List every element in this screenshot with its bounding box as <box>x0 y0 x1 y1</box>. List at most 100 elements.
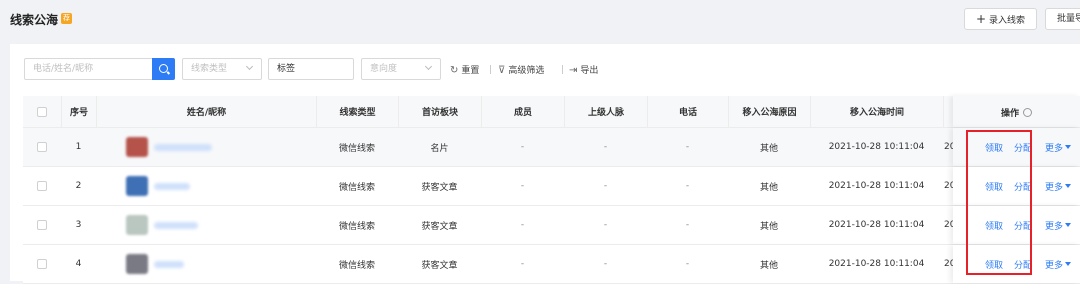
table-row[interactable]: 1 微信线索 名片 - - - 其他 2021-10-28 10:11:04 2… <box>23 128 1080 167</box>
avatar <box>126 215 148 235</box>
avatar <box>126 137 148 157</box>
row-truncated: 20 <box>944 142 953 152</box>
table-row[interactable]: 4 微信线索 获客文章 - - - 其他 2021-10-28 10:11:04… <box>23 245 1080 284</box>
filter-icon: ⊽ <box>498 65 506 76</box>
caret-down-icon <box>1065 145 1072 149</box>
search-button[interactable] <box>152 58 175 80</box>
col-type: 线索类型 <box>316 96 398 127</box>
row-phone: - <box>685 220 690 230</box>
more-dropdown[interactable]: 更多 <box>1045 206 1072 244</box>
row-index: 3 <box>75 220 82 230</box>
batch-import-button[interactable]: 批量导入 <box>1045 8 1080 30</box>
row-member: - <box>520 220 525 230</box>
row-member: - <box>520 142 525 152</box>
row-name <box>96 206 316 244</box>
avatar <box>126 176 148 196</box>
chevron-down-icon <box>424 62 433 71</box>
row-index: 1 <box>75 142 82 152</box>
table-row[interactable]: 3 微信线索 获客文章 - - - 其他 2021-10-28 10:11:04… <box>23 206 1080 245</box>
lead-type-placeholder: 线索类型 <box>191 64 228 74</box>
add-lead-label: 录入线索 <box>989 16 1026 26</box>
intent-placeholder: 意向度 <box>370 64 398 74</box>
row-time: 2021-10-28 10:11:04 <box>828 181 925 191</box>
reset-button[interactable]: ↻ 重置 <box>450 63 479 76</box>
row-time: 2021-10-28 10:11:04 <box>828 142 925 152</box>
export-button[interactable]: ⇥ 导出 <box>569 63 598 76</box>
row-module: 获客文章 <box>421 260 458 271</box>
row-phone: - <box>685 142 690 152</box>
row-phone: - <box>685 181 690 191</box>
row-member: - <box>520 259 525 269</box>
export-label: 导出 <box>580 66 599 76</box>
more-label: 更多 <box>1045 143 1064 154</box>
more-label: 更多 <box>1045 260 1064 271</box>
row-checkbox[interactable] <box>37 259 47 269</box>
blurred-name <box>154 143 212 151</box>
intent-select[interactable]: 意向度 <box>361 58 441 80</box>
blurred-name <box>154 221 198 229</box>
col-actions-label: 操作 <box>1000 108 1019 119</box>
advanced-filter-label: 高级筛选 <box>508 66 545 76</box>
search-input[interactable]: 电话/姓名/昵称 <box>24 58 153 80</box>
row-type: 微信线索 <box>338 143 375 154</box>
row-time: 2021-10-28 10:11:04 <box>828 259 925 269</box>
row-truncated: 20 <box>944 220 953 230</box>
top-bar: 线索公海 荐 +录入线索 批量导入 <box>0 0 1080 40</box>
blurred-name <box>154 182 190 190</box>
filter-bar: 电话/姓名/昵称 线索类型 标签 意向度 ↻ 重置 ⊽ 高级筛选 ⇥ 导出 <box>10 44 1080 92</box>
row-time: 2021-10-28 10:11:04 <box>828 220 925 230</box>
row-reason: 其他 <box>759 143 778 154</box>
header-checkbox-cell <box>23 96 61 127</box>
col-name: 姓名/昵称 <box>96 96 316 127</box>
plus-icon: + <box>975 12 987 26</box>
row-reason: 其他 <box>759 221 778 232</box>
recommend-badge: 荐 <box>61 13 72 24</box>
row-checkbox-cell <box>23 245 61 283</box>
select-all-checkbox[interactable] <box>37 106 47 117</box>
add-lead-button[interactable]: + 录入线索 <box>964 8 1037 30</box>
col-reason: 移入公海原因 <box>728 96 810 127</box>
search-icon <box>159 64 168 73</box>
more-dropdown[interactable]: 更多 <box>1045 245 1072 283</box>
row-truncated: 20 <box>944 259 953 269</box>
row-checkbox-cell <box>23 167 61 205</box>
chevron-down-icon <box>245 62 254 71</box>
more-label: 更多 <box>1045 182 1064 193</box>
row-checkbox-cell <box>23 128 61 166</box>
advanced-filter-button[interactable]: ⊽ 高级筛选 <box>498 63 544 76</box>
caret-down-icon <box>1065 184 1072 188</box>
row-checkbox[interactable] <box>37 220 47 230</box>
lead-type-select[interactable]: 线索类型 <box>182 58 262 80</box>
refresh-icon: ↻ <box>450 65 459 76</box>
row-phone: - <box>685 259 690 269</box>
caret-down-icon <box>1065 223 1072 227</box>
row-reason: 其他 <box>759 260 778 271</box>
settings-icon[interactable] <box>1023 107 1032 117</box>
col-actions: 操作 <box>953 96 1080 128</box>
more-dropdown[interactable]: 更多 <box>1045 128 1072 166</box>
row-name <box>96 167 316 205</box>
col-referrer: 上级人脉 <box>564 96 647 127</box>
more-dropdown[interactable]: 更多 <box>1045 167 1072 205</box>
row-name <box>96 128 316 166</box>
row-index: 4 <box>75 259 82 269</box>
actions-column-header: 操作 <box>953 96 1080 127</box>
table-row[interactable]: 2 微信线索 获客文章 - - - 其他 2021-10-28 10:11:04… <box>23 167 1080 206</box>
reset-label: 重置 <box>461 66 480 76</box>
col-truncated <box>943 96 953 127</box>
caret-down-icon <box>1065 262 1072 266</box>
row-type: 微信线索 <box>338 260 375 271</box>
row-referrer: - <box>603 220 608 230</box>
row-checkbox[interactable] <box>37 142 47 152</box>
tag-field[interactable]: 标签 <box>268 58 354 80</box>
row-checkbox[interactable] <box>37 181 47 191</box>
row-module: 名片 <box>430 143 449 154</box>
row-referrer: - <box>603 181 608 191</box>
row-referrer: - <box>603 259 608 269</box>
avatar <box>126 254 148 274</box>
col-index: 序号 <box>61 96 96 127</box>
divider <box>562 65 563 74</box>
page-title: 线索公海 <box>10 13 59 27</box>
more-label: 更多 <box>1045 221 1064 232</box>
row-truncated: 20 <box>944 181 953 191</box>
